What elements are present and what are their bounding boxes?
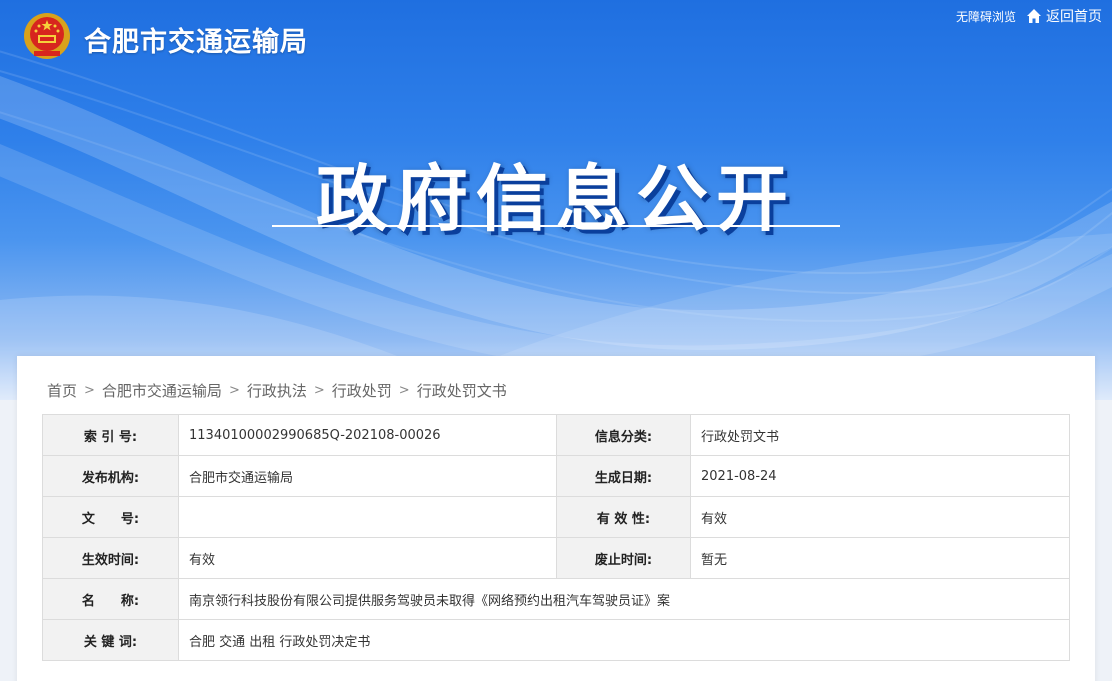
validity-value: 有效: [690, 496, 1070, 538]
info-category-value: 行政处罚文书: [690, 414, 1070, 456]
info-category-label: 信息分类:: [556, 414, 691, 456]
table-row: 关 键 词: 合肥 交通 出租 行政处罚决定书: [42, 619, 1070, 661]
national-emblem-icon: [24, 13, 70, 59]
breadcrumb-separator: >: [84, 383, 95, 398]
document-number-label: 文 号:: [42, 496, 179, 538]
hero-underline: [272, 225, 840, 227]
name-label: 名 称:: [42, 578, 179, 620]
repeal-time-value: 暂无: [690, 537, 1070, 579]
breadcrumb-item-home[interactable]: 首页: [47, 380, 77, 401]
content-card: 首页 > 合肥市交通运输局 > 行政执法 > 行政处罚 > 行政处罚文书 索 引…: [17, 356, 1095, 681]
breadcrumb-separator: >: [313, 383, 325, 398]
effective-time-value: 有效: [178, 537, 557, 579]
document-number-value: [178, 496, 557, 538]
effective-time-label: 生效时间:: [42, 537, 179, 579]
index-number-label: 索 引 号:: [42, 414, 179, 456]
publisher-value: 合肥市交通运输局: [178, 455, 557, 497]
validity-label: 有 效 性:: [556, 496, 691, 538]
created-date-value: 2021-08-24: [690, 455, 1070, 497]
top-links: 无障碍浏览 返回首页: [956, 6, 1102, 26]
table-row: 生效时间: 有效 废止时间: 暂无: [42, 537, 1070, 579]
home-icon[interactable]: [1026, 8, 1042, 24]
breadcrumb-item-penalty[interactable]: 行政处罚: [332, 380, 392, 401]
breadcrumb-item-bureau[interactable]: 合肥市交通运输局: [102, 380, 222, 401]
breadcrumb-item-law-enforcement[interactable]: 行政执法: [247, 380, 307, 401]
site-title[interactable]: 合肥市交通运输局: [84, 20, 308, 59]
breadcrumb-separator: >: [398, 383, 410, 398]
keywords-label: 关 键 词:: [42, 619, 179, 661]
breadcrumb-separator: >: [228, 383, 240, 398]
breadcrumb: 首页 > 合肥市交通运输局 > 行政执法 > 行政处罚 > 行政处罚文书: [47, 380, 507, 401]
keywords-value: 合肥 交通 出租 行政处罚决定书: [178, 619, 1070, 661]
home-link[interactable]: 返回首页: [1046, 6, 1102, 26]
publisher-label: 发布机构:: [42, 455, 179, 497]
created-date-label: 生成日期:: [556, 455, 691, 497]
document-info-table: 索 引 号: 11340100002990685Q-202108-00026 信…: [42, 414, 1070, 661]
accessible-browse-link[interactable]: 无障碍浏览: [956, 8, 1016, 25]
repeal-time-label: 废止时间:: [556, 537, 691, 579]
name-value: 南京领行科技股份有限公司提供服务驾驶员未取得《网络预约出租汽车驾驶员证》案: [178, 578, 1070, 620]
index-number-value: 11340100002990685Q-202108-00026: [178, 414, 557, 456]
table-row: 文 号: 有 效 性: 有效: [42, 496, 1070, 538]
hero-title: 政府信息公开: [315, 157, 796, 241]
breadcrumb-item-penalty-docs[interactable]: 行政处罚文书: [417, 380, 507, 401]
table-row: 发布机构: 合肥市交通运输局 生成日期: 2021-08-24: [42, 455, 1070, 497]
header-banner: 合肥市交通运输局 无障碍浏览 返回首页 政府信息公开: [0, 0, 1112, 400]
table-row: 名 称: 南京领行科技股份有限公司提供服务驾驶员未取得《网络预约出租汽车驾驶员证…: [42, 578, 1070, 620]
table-row: 索 引 号: 11340100002990685Q-202108-00026 信…: [42, 414, 1070, 456]
